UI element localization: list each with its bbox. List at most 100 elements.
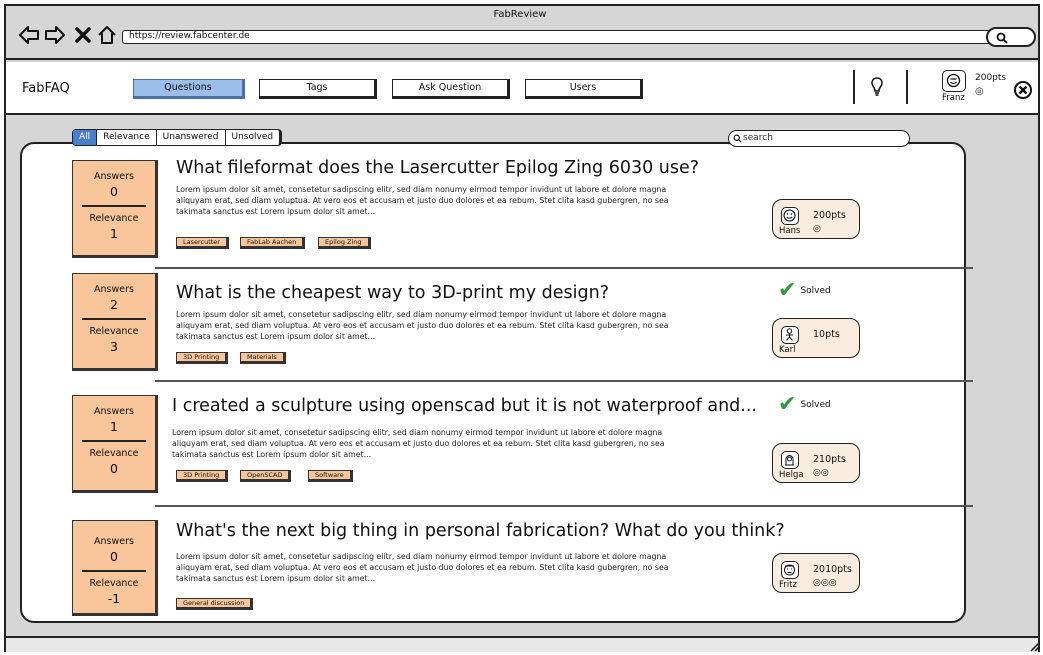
smiley-icon: [783, 209, 796, 222]
author-card[interactable]: Hans 200pts ◎: [772, 199, 860, 239]
author-badges: ◎◎: [813, 468, 829, 478]
author-badges: ◎◎◎: [813, 578, 837, 588]
nav-ask-question[interactable]: Ask Question: [392, 79, 510, 99]
resize-handle-icon[interactable]: [1028, 640, 1040, 652]
solved-label: Solved: [800, 286, 831, 296]
question-stats: Answers 2 Relevance 3: [72, 273, 158, 371]
divider: [155, 380, 973, 382]
search-icon: [996, 32, 1008, 44]
filter-all[interactable]: All: [73, 130, 98, 145]
tag[interactable]: Software: [308, 470, 353, 482]
person-icon: [785, 455, 794, 466]
nav-questions[interactable]: Questions: [133, 79, 245, 99]
tag[interactable]: 3D Printing: [176, 352, 229, 364]
author-name: Karl: [779, 345, 796, 355]
face-icon: [784, 564, 795, 576]
answers-label: Answers: [94, 284, 134, 295]
current-user-avatar[interactable]: [942, 70, 966, 92]
question-title[interactable]: What fileformat does the Lasercutter Epi…: [176, 158, 699, 178]
avatar: [781, 561, 799, 579]
relevance-label: Relevance: [89, 447, 139, 459]
search-placeholder: search: [743, 133, 773, 143]
author-card[interactable]: Fritz 2010pts ◎◎◎: [772, 553, 860, 593]
question-stats: Answers 0 Relevance 1: [72, 160, 158, 258]
divider: [155, 505, 973, 507]
question-stats: Answers 1 Relevance 0: [72, 395, 158, 493]
answers-count: 0: [110, 549, 118, 564]
tag[interactable]: General discussion: [176, 598, 254, 610]
answers-label: Answers: [94, 171, 134, 182]
solved-label: Solved: [800, 400, 831, 410]
brand-logo[interactable]: FabFAQ: [22, 81, 70, 96]
question-title[interactable]: What is the cheapest way to 3D-print my …: [176, 283, 609, 303]
filter-unanswered[interactable]: Unanswered: [157, 130, 226, 145]
relevance-score: 3: [110, 338, 118, 354]
avatar: [781, 451, 799, 469]
current-user-points: 200pts: [975, 73, 1007, 83]
solved-badge: ✔ Solved: [778, 392, 831, 417]
author-points: 200pts: [813, 210, 846, 221]
checkmark-icon: ✔: [778, 278, 797, 303]
question-excerpt: Lorem ipsum dolor sit amet, consetetur s…: [176, 310, 669, 341]
author-points: 10pts: [813, 329, 840, 340]
header-divider: [906, 70, 908, 104]
divider: [155, 267, 973, 269]
relevance-score: 1: [110, 225, 118, 241]
url-field[interactable]: https://review.fabcenter.de: [122, 30, 1010, 44]
tag[interactable]: Lasercutter: [176, 237, 229, 249]
window-title: FabReview: [493, 9, 547, 20]
search-input[interactable]: search: [728, 130, 910, 147]
filter-unsolved[interactable]: Unsolved: [226, 130, 280, 145]
tag[interactable]: OpenSCAD: [240, 470, 292, 482]
tag[interactable]: Epilog Zing: [318, 237, 371, 249]
author-card[interactable]: Helga 210pts ◎◎: [772, 443, 860, 483]
answers-count: 0: [110, 184, 118, 199]
relevance-score: 0: [110, 460, 118, 476]
badge-icon: ◎: [975, 86, 984, 97]
tag[interactable]: Materials: [240, 352, 286, 364]
forward-icon[interactable]: [44, 24, 66, 46]
question-excerpt: Lorem ipsum dolor sit amet, consetetur s…: [176, 185, 669, 216]
back-icon[interactable]: [18, 24, 40, 46]
home-icon[interactable]: [96, 24, 118, 46]
author-name: Hans: [779, 226, 801, 236]
author-card[interactable]: Karl 10pts: [772, 318, 860, 358]
question-title[interactable]: What's the next big thing in personal fa…: [176, 521, 785, 541]
current-user-name: Franz: [942, 93, 965, 103]
author-badges: ◎: [813, 224, 821, 234]
filter-relevance[interactable]: Relevance: [97, 130, 157, 145]
answers-label: Answers: [94, 406, 134, 417]
avatar: [781, 326, 799, 344]
author-name: Helga: [779, 470, 804, 480]
checkmark-icon: ✔: [778, 392, 797, 417]
answers-count: 2: [110, 297, 118, 312]
smiley-icon: [946, 73, 961, 88]
relevance-label: Relevance: [89, 577, 139, 589]
author-name: Fritz: [779, 580, 797, 590]
lightbulb-icon[interactable]: [870, 76, 884, 98]
person-icon: [786, 328, 793, 341]
relevance-label: Relevance: [89, 212, 139, 224]
answers-count: 1: [110, 419, 118, 434]
author-points: 210pts: [813, 454, 846, 465]
author-points: 2010pts: [813, 564, 852, 575]
stop-icon[interactable]: [72, 24, 94, 46]
question-excerpt: Lorem ipsum dolor sit amet, consetetur s…: [172, 428, 665, 459]
question-stats: Answers 0 Relevance -1: [72, 520, 158, 616]
header-divider: [853, 70, 855, 104]
tag[interactable]: 3D Printing: [176, 470, 229, 482]
relevance-score: -1: [107, 590, 121, 606]
nav-tags[interactable]: Tags: [259, 79, 377, 99]
relevance-label: Relevance: [89, 325, 139, 337]
question-excerpt: Lorem ipsum dolor sit amet, consetetur s…: [176, 552, 669, 583]
tag[interactable]: FabLab Aachen: [240, 237, 306, 249]
status-bar: [6, 636, 1038, 652]
close-icon[interactable]: [1013, 80, 1033, 100]
filter-tabs: All Relevance Unanswered Unsolved: [72, 129, 283, 146]
avatar: [781, 207, 799, 225]
nav-users[interactable]: Users: [525, 79, 643, 99]
question-title[interactable]: I created a sculpture using openscad but…: [172, 396, 757, 416]
solved-badge: ✔ Solved: [778, 278, 831, 303]
browser-search-button[interactable]: [986, 27, 1036, 47]
search-icon: [733, 134, 742, 143]
